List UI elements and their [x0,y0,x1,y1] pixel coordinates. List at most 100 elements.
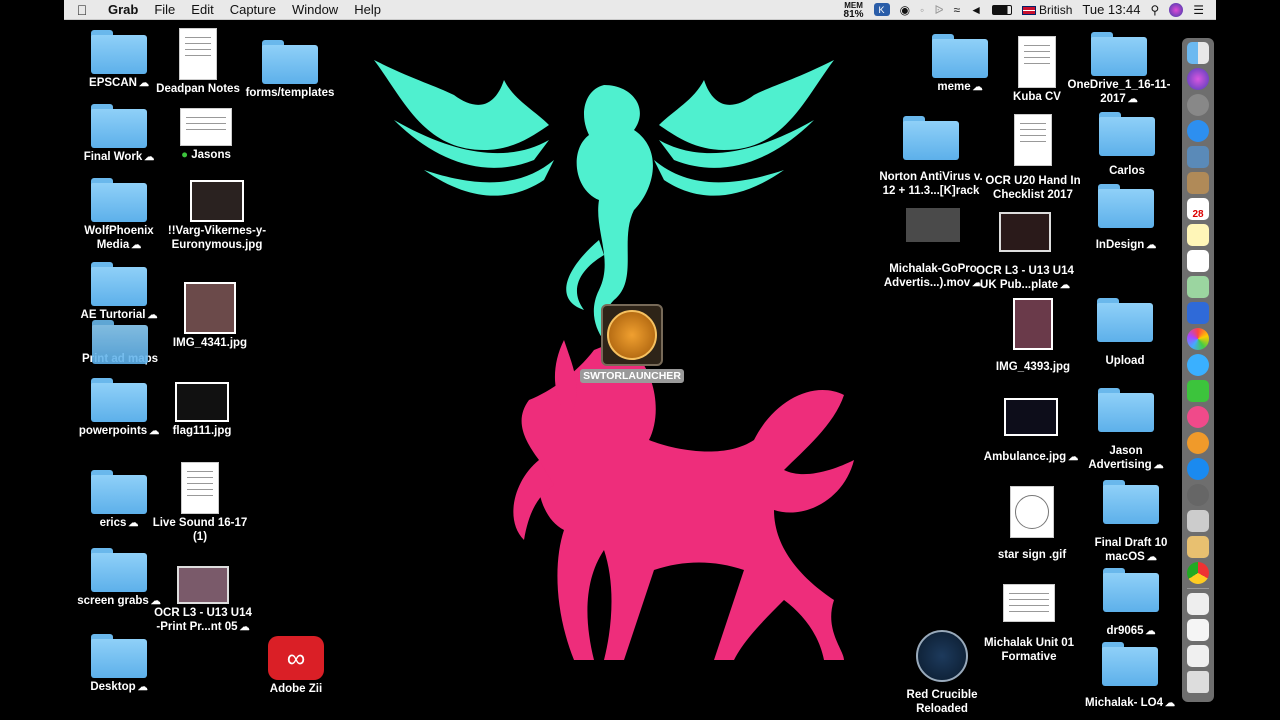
app-store-icon[interactable] [1187,458,1209,480]
facetime-icon[interactable] [1187,380,1209,402]
item-label: InDesign ☁ [1095,239,1157,251]
cloud-icon: ☁ [1146,552,1157,563]
menu-edit[interactable]: Edit [183,2,221,17]
folder-icon [1091,32,1147,76]
volume-icon[interactable]: ◄ [970,3,982,17]
folder-icon [1097,298,1153,342]
notification-center-icon[interactable]: ☰ [1193,3,1204,17]
image-thumbnail [190,180,244,222]
file-live-sound[interactable]: Live Sound 16-17 (1) [135,462,265,544]
siri-icon[interactable] [1187,68,1209,90]
item-label: star sign .gif [997,549,1067,561]
app-icon[interactable] [1187,302,1209,324]
folder-icon [903,116,959,160]
folder-desktop[interactable]: Desktop ☁ [64,634,184,695]
safari-icon[interactable] [1187,120,1209,142]
folder-print-ad-maps[interactable]: Print ad maps [64,320,185,366]
document-icon [181,462,219,514]
menu-app-name[interactable]: Grab [100,2,146,17]
chrome-icon[interactable] [1187,562,1209,584]
spotlight-search-icon[interactable]: ⚲ [1150,3,1159,17]
reminders-icon[interactable] [1187,250,1209,272]
siri-icon[interactable] [1169,2,1184,17]
downloads-stack-icon[interactable] [1187,619,1209,641]
battery-icon[interactable] [992,4,1013,15]
apple-menu-icon[interactable]:  [64,2,100,18]
folder-onedrive[interactable]: OneDrive_1_16-11- 2017 ☁ [1054,32,1184,107]
image-flag111[interactable]: flag111.jpg [137,382,267,438]
folder-icon [91,178,147,222]
folder-icon [262,40,318,84]
photos-icon[interactable] [1187,328,1209,350]
item-label: Jason Advertising ☁ [1088,445,1164,471]
menu-window[interactable]: Window [284,2,346,17]
image-varg-vikernes[interactable]: !!Varg-Vikernes-y- Euronymous.jpg [152,180,282,252]
contacts-icon[interactable] [1187,172,1209,194]
document-icon[interactable] [1187,593,1209,615]
folder-icon [1099,112,1155,156]
folder-icon [1103,480,1159,524]
bluetooth-icon[interactable]: ᐉ [934,3,943,17]
grab-icon[interactable] [1187,510,1209,532]
wifi-icon[interactable]: ≈ [954,3,961,17]
folder-upload[interactable]: Upload [1060,298,1190,368]
maps-icon[interactable] [1187,276,1209,298]
documents-stack-icon[interactable] [1187,645,1209,667]
item-label: Carlos [1109,165,1145,177]
memory-status[interactable]: MEM 81% [844,1,864,20]
folder-jason-advertising[interactable]: Jason Advertising ☁ [1061,388,1191,473]
file-ocr-l3-print[interactable]: OCR L3 - U13 U14 -Print Pr...nt 05 ☁ [138,566,268,635]
app-red-crucible[interactable]: Red Crucible Reloaded [877,630,1007,716]
item-label: OCR L3 - U13 U14 -Print Pr...nt 05 ☁ [154,607,252,633]
preview-icon[interactable] [1187,146,1209,168]
notes-icon[interactable] [1187,224,1209,246]
app-status-icon[interactable]: K [873,3,890,16]
file-ocr-l3-uk-pub[interactable]: OCR L3 - U13 U14 UK Pub...plate ☁ [960,212,1090,293]
item-label: Final Draft 10 macOS ☁ [1094,537,1168,563]
document-icon [1003,584,1055,622]
menu-capture[interactable]: Capture [222,2,284,17]
folder-icon [91,104,147,148]
adobe-creative-cloud-icon: ∞ [268,636,324,680]
folder-carlos[interactable]: Carlos [1062,112,1192,178]
finder-icon[interactable] [1187,42,1209,64]
image-thumbnail [1013,298,1053,350]
uk-flag-icon [1022,5,1037,15]
clock[interactable]: Tue 13:44 [1082,2,1140,17]
itunes-icon[interactable] [1187,406,1209,428]
document-icon [1014,114,1052,166]
folder-final-draft[interactable]: Final Draft 10 macOS ☁ [1066,480,1196,565]
sync-icon[interactable]: ◦ [920,3,924,17]
folder-icon [1098,184,1154,228]
pages-icon[interactable] [1187,536,1209,558]
messages-icon[interactable] [1187,354,1209,376]
dock: 28 [1182,38,1214,702]
item-label: Desktop ☁ [90,681,148,693]
system-preferences-icon[interactable] [1187,484,1209,506]
ibooks-icon[interactable] [1187,432,1209,454]
folder-icon [1103,568,1159,612]
swtorlauncher-app[interactable]: SWTORLAUNCHER [577,304,687,383]
calendar-icon[interactable]: 28 [1187,198,1209,220]
launchpad-icon[interactable] [1187,94,1209,116]
menu-bar:  Grab File Edit Capture Window Help MEM… [64,0,1216,20]
cloud-icon: ☁ [131,240,142,251]
keyboard-input-menu[interactable]: British [1022,3,1072,17]
folder-forms-templates[interactable]: forms/templates [225,40,355,100]
item-label: IMG_4393.jpg [995,361,1071,373]
file-jasons[interactable]: ● Jasons [141,108,271,162]
item-label: Michalak- LO4 ☁ [1085,697,1175,709]
eye-icon[interactable]: ◉ [900,3,910,17]
trash-icon[interactable] [1187,671,1209,693]
document-icon [180,108,232,146]
folder-michalak-lo4[interactable]: Michalak- LO4 ☁ [1065,642,1195,711]
folder-icon [91,634,147,678]
menu-file[interactable]: File [146,2,183,17]
image-thumbnail [1010,486,1054,538]
steam-icon [916,630,968,682]
item-label: Adobe Zii [269,683,323,695]
item-label: erics ☁ [99,517,139,529]
menu-help[interactable]: Help [346,2,389,17]
mac-desktop:  Grab File Edit Capture Window Help MEM… [64,0,1216,720]
app-adobe-zii[interactable]: ∞ Adobe Zii [231,636,361,696]
